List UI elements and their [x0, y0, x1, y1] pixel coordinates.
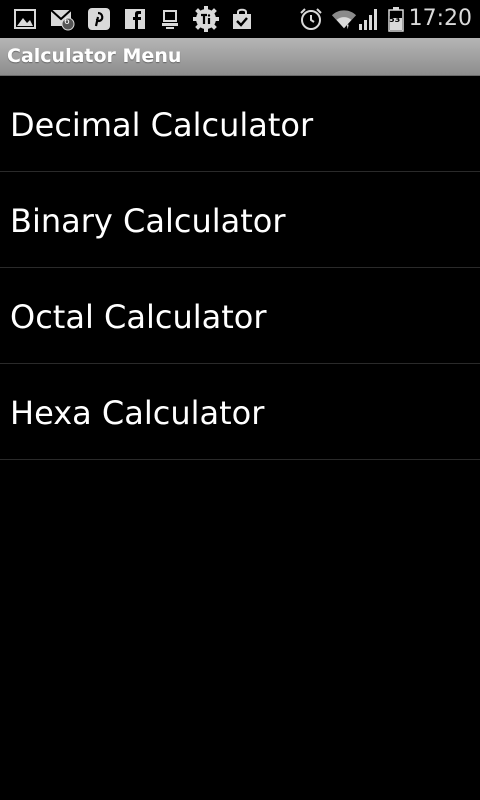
shopping-bag-icon	[229, 6, 255, 32]
notification-badge: 6	[64, 17, 70, 27]
menu-item-hexa-calculator[interactable]: Hexa Calculator	[0, 364, 480, 460]
menu-item-label: Octal Calculator	[10, 298, 267, 336]
gmail-icon: 6	[50, 6, 76, 32]
pinterest-icon	[86, 6, 112, 32]
wifi-icon	[331, 6, 357, 32]
screen: 6 53 17:20 Calculator Menu Decimal Calcu…	[0, 0, 480, 800]
menu-item-label: Binary Calculator	[10, 202, 286, 240]
battery-icon: 53	[383, 6, 409, 32]
menu-item-label: Hexa Calculator	[10, 394, 265, 432]
status-time: 17:20	[408, 6, 472, 31]
page-title: Calculator Menu	[7, 45, 182, 67]
title-bar: Calculator Menu	[0, 38, 480, 76]
battery-level: 53	[389, 15, 401, 24]
usb-icon	[157, 6, 183, 32]
settings-gear-icon	[193, 6, 219, 32]
menu-item-decimal-calculator[interactable]: Decimal Calculator	[0, 76, 480, 172]
facebook-icon	[122, 6, 148, 32]
menu-item-binary-calculator[interactable]: Binary Calculator	[0, 172, 480, 268]
menu-item-label: Decimal Calculator	[10, 106, 314, 144]
status-bar: 6 53 17:20	[0, 0, 480, 38]
alarm-icon	[298, 6, 324, 32]
signal-icon	[356, 6, 382, 32]
gallery-icon	[12, 6, 38, 32]
menu-item-octal-calculator[interactable]: Octal Calculator	[0, 268, 480, 364]
calculator-menu-list: Decimal Calculator Binary Calculator Oct…	[0, 76, 480, 460]
